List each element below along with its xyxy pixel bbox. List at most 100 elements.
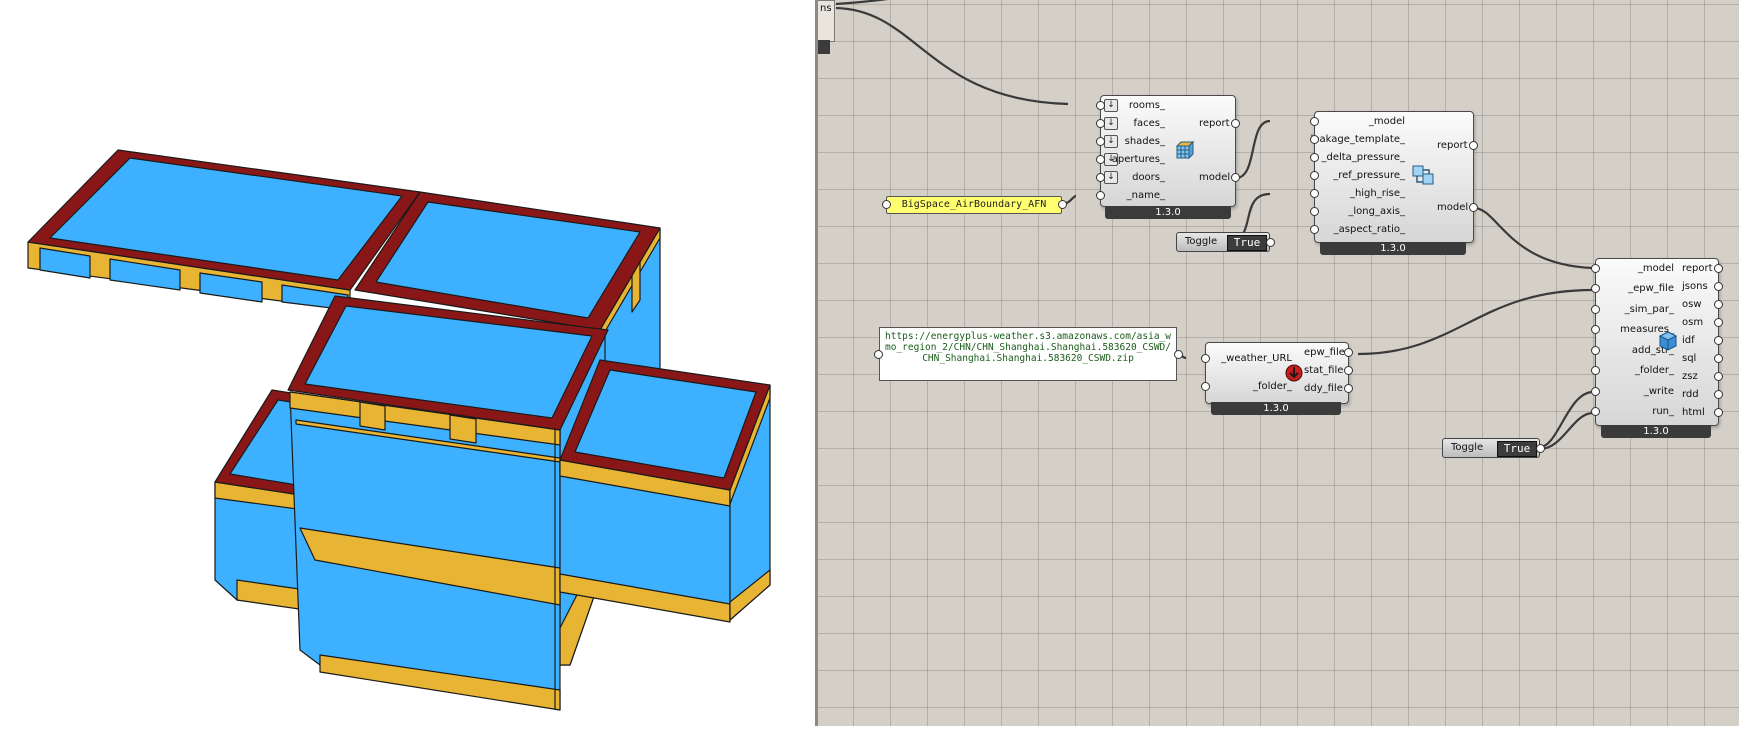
rooms-flatten-icon: ↓ — [1104, 99, 1118, 112]
toggle-2-value[interactable]: True — [1497, 441, 1537, 457]
toggle-value[interactable]: True — [1227, 235, 1267, 251]
afn-grip-in-aspect[interactable] — [1310, 225, 1319, 234]
url-panel-output-grip[interactable] — [1174, 350, 1183, 359]
afn-input-high-rise[interactable]: _high_rise_ — [1350, 188, 1405, 200]
weather-download-icon — [1285, 364, 1303, 382]
run-grip-out-report[interactable] — [1714, 264, 1723, 273]
afn-input-aspect-ratio[interactable]: _aspect_ratio_ — [1334, 224, 1405, 236]
weather-input-url[interactable]: _weather_URL — [1221, 353, 1292, 365]
input-rooms[interactable]: rooms_ — [1129, 100, 1165, 112]
afn-output-report[interactable]: report — [1437, 140, 1468, 152]
afn-grip-out-model[interactable] — [1469, 203, 1478, 212]
run-grip-out-sql[interactable] — [1714, 354, 1723, 363]
grip-in-apertures[interactable] — [1096, 155, 1105, 164]
hb-model-component[interactable]: ↓ ↓ ↓ ↓ ↓ rooms_ faces_ shades_ aperture… — [1096, 95, 1240, 207]
afn-grip-out-report[interactable] — [1469, 141, 1478, 150]
input-doors[interactable]: doors_ — [1132, 172, 1165, 184]
weather-grip-out-epw[interactable] — [1344, 348, 1353, 357]
weather-output-epw[interactable]: epw_file — [1304, 347, 1345, 359]
run-grip-out-html[interactable] — [1714, 408, 1723, 417]
run-grip-in-addstr[interactable] — [1591, 346, 1600, 355]
name-panel[interactable]: BigSpace_AirBoundary_AFN — [886, 196, 1062, 214]
run-grip-out-idf[interactable] — [1714, 336, 1723, 345]
weather-output-ddy[interactable]: ddy_file — [1304, 383, 1343, 395]
run-output-rdd[interactable]: rdd — [1682, 389, 1699, 401]
afn-input-long-axis[interactable]: _long_axis_ — [1348, 206, 1405, 218]
run-grip-in-measures[interactable] — [1591, 325, 1600, 334]
afn-version-label: 1.3.0 — [1320, 242, 1466, 255]
run-input-sim-par[interactable]: _sim_par_ — [1625, 304, 1674, 316]
afn-grip-in-leakage[interactable] — [1310, 135, 1319, 144]
afn-grip-in-highrise[interactable] — [1310, 189, 1319, 198]
afn-grip-in-longaxis[interactable] — [1310, 207, 1319, 216]
run-input-write[interactable]: _write — [1644, 386, 1674, 398]
run-output-zsz[interactable]: zsz — [1682, 371, 1698, 383]
afn-input-leakage-template[interactable]: leakage_template_ — [1311, 134, 1405, 146]
run-input-folder[interactable]: _folder_ — [1635, 365, 1674, 377]
grip-in-rooms[interactable] — [1096, 101, 1105, 110]
grip-in-faces[interactable] — [1096, 119, 1105, 128]
doors-flatten-icon: ↓ — [1104, 171, 1118, 184]
afn-input-model[interactable]: _model — [1369, 116, 1405, 128]
grip-in-name[interactable] — [1096, 191, 1105, 200]
run-grip-in-model[interactable] — [1591, 264, 1600, 273]
boolean-toggle-highrise[interactable]: Toggle True — [1176, 232, 1270, 252]
afn-grip-in-model[interactable] — [1310, 117, 1319, 126]
afn-component[interactable]: _model leakage_template_ _delta_pressure… — [1310, 111, 1478, 243]
boolean-toggle-run[interactable]: Toggle True — [1442, 438, 1540, 458]
afn-input-delta-pressure[interactable]: _delta_pressure_ — [1321, 152, 1405, 164]
run-output-idf[interactable]: idf — [1682, 335, 1695, 347]
afn-input-ref-pressure[interactable]: _ref_pressure_ — [1333, 170, 1405, 182]
run-input-model[interactable]: _model — [1638, 263, 1674, 275]
run-grip-in-run[interactable] — [1591, 407, 1600, 416]
run-grip-out-osw[interactable] — [1714, 300, 1723, 309]
afn-output-model[interactable]: model — [1437, 202, 1468, 214]
input-shades[interactable]: shades_ — [1125, 136, 1165, 148]
run-output-report[interactable]: report — [1682, 263, 1713, 275]
input-faces[interactable]: faces_ — [1133, 118, 1165, 130]
weather-grip-out-ddy[interactable] — [1344, 384, 1353, 393]
weather-grip-in-url[interactable] — [1201, 354, 1210, 363]
run-grip-out-osm[interactable] — [1714, 318, 1723, 327]
run-grip-in-folder[interactable] — [1591, 366, 1600, 375]
input-name[interactable]: _name_ — [1127, 190, 1165, 202]
output-model[interactable]: model — [1199, 172, 1230, 184]
run-input-run[interactable]: run_ — [1652, 406, 1674, 418]
download-weather-component[interactable]: _weather_URL _folder_ epw_file stat_file… — [1201, 342, 1353, 404]
input-apertures[interactable]: apertures_ — [1112, 154, 1165, 166]
grip-out-model[interactable] — [1231, 173, 1240, 182]
model-to-osm-component[interactable]: _model _epw_file _sim_par_ measures_ add… — [1591, 258, 1723, 426]
output-report[interactable]: report — [1199, 118, 1230, 130]
grip-in-doors[interactable] — [1096, 173, 1105, 182]
run-output-osm[interactable]: osm — [1682, 317, 1703, 329]
run-grip-in-write[interactable] — [1591, 387, 1600, 396]
grip-out-report[interactable] — [1231, 119, 1240, 128]
run-output-sql[interactable]: sql — [1682, 353, 1696, 365]
weather-url-panel[interactable]: https://energyplus-weather.s3.amazonaws.… — [879, 327, 1177, 381]
weather-output-stat[interactable]: stat_file — [1304, 365, 1343, 377]
run-grip-out-rdd[interactable] — [1714, 390, 1723, 399]
run-grip-in-epw[interactable] — [1591, 284, 1600, 293]
run-output-osw[interactable]: osw — [1682, 299, 1702, 311]
toggle-2-output-grip[interactable] — [1536, 444, 1545, 453]
run-input-epw-file[interactable]: _epw_file — [1628, 283, 1674, 295]
wire-afn-to-run — [1473, 206, 1594, 270]
rhino-viewport[interactable] — [0, 0, 815, 726]
run-output-jsons[interactable]: jsons — [1682, 281, 1708, 293]
name-panel-output-grip[interactable] — [1058, 200, 1067, 209]
afn-grip-in-delta[interactable] — [1310, 153, 1319, 162]
offscreen-component-edge[interactable]: ns — [818, 0, 835, 42]
run-grip-out-zsz[interactable] — [1714, 372, 1723, 381]
run-grip-in-simpar[interactable] — [1591, 305, 1600, 314]
url-panel-input-grip[interactable] — [874, 350, 883, 359]
run-output-html[interactable]: html — [1682, 407, 1705, 419]
afn-grip-in-ref[interactable] — [1310, 171, 1319, 180]
model-version-label: 1.3.0 — [1105, 206, 1231, 219]
weather-grip-in-folder[interactable] — [1201, 382, 1210, 391]
grip-in-shades[interactable] — [1096, 137, 1105, 146]
name-panel-input-grip[interactable] — [882, 200, 891, 209]
run-grip-out-jsons[interactable] — [1714, 282, 1723, 291]
weather-grip-out-stat[interactable] — [1344, 366, 1353, 375]
toggle-1-output-grip[interactable] — [1266, 238, 1275, 247]
grasshopper-canvas[interactable]: ns ↓ ↓ ↓ ↓ ↓ rooms_ faces_ shades_ apert… — [818, 0, 1739, 726]
